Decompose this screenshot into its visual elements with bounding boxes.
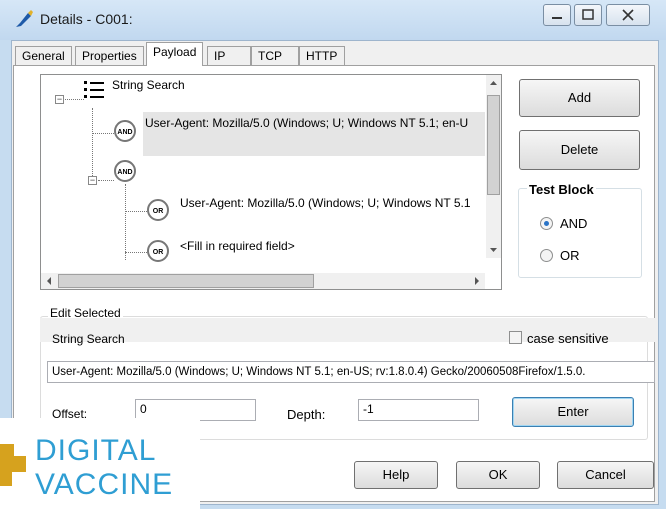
collapse-toggle[interactable]: − — [55, 95, 64, 104]
or-radio-label[interactable]: OR — [560, 248, 580, 263]
maximize-button[interactable] — [574, 4, 602, 26]
payload-tree[interactable] — [40, 74, 502, 290]
tree-node-text[interactable]: User-Agent: Mozilla/5.0 (Windows; U; Win… — [180, 196, 471, 210]
tab-payload[interactable]: Payload — [146, 42, 204, 66]
tree-line — [125, 184, 126, 260]
or-icon: OR — [147, 199, 169, 221]
list-icon — [84, 81, 104, 98]
app-icon — [16, 10, 33, 27]
tree-vertical-scrollbar[interactable] — [486, 75, 501, 258]
close-icon — [622, 9, 634, 21]
depth-label: Depth: — [287, 407, 326, 422]
help-button[interactable]: Help — [354, 461, 438, 489]
case-sensitive-label[interactable]: case sensitive — [527, 331, 609, 346]
tree-line — [92, 108, 93, 180]
scrollbar-thumb[interactable] — [487, 95, 500, 195]
logo-overlay: DIGITAL VACCINE — [0, 418, 200, 509]
close-button[interactable] — [606, 4, 650, 26]
scrollbar-thumb[interactable] — [58, 274, 314, 288]
ok-button[interactable]: OK — [456, 461, 540, 489]
scroll-right-icon[interactable] — [470, 273, 485, 289]
tree-line — [125, 211, 147, 212]
delete-button[interactable]: Delete — [519, 130, 640, 170]
tab-http[interactable]: HTTP — [299, 46, 345, 65]
tree-node-text[interactable]: <Fill in required field> — [180, 239, 295, 253]
tree-root-label[interactable]: String Search — [112, 78, 185, 92]
and-radio[interactable] — [540, 217, 553, 230]
and-icon[interactable]: AND — [114, 160, 136, 182]
edit-type-label: String Search — [52, 332, 125, 346]
scroll-left-icon[interactable] — [41, 273, 56, 289]
and-icon: AND — [114, 120, 136, 142]
test-block-group — [518, 188, 642, 278]
string-value-input[interactable]: User-Agent: Mozilla/5.0 (Windows; U; Win… — [47, 361, 655, 383]
logo-text-line1: DIGITAL — [35, 434, 157, 467]
tree-node-text[interactable]: User-Agent: Mozilla/5.0 (Windows; U; Win… — [145, 116, 468, 130]
tab-tcp[interactable]: TCP — [251, 46, 299, 65]
depth-input[interactable]: -1 — [358, 399, 479, 421]
tree-line — [125, 252, 147, 253]
maximize-icon — [582, 9, 594, 20]
collapse-toggle[interactable]: − — [88, 176, 97, 185]
and-radio-label[interactable]: AND — [560, 216, 587, 231]
enter-button[interactable]: Enter — [512, 397, 634, 427]
add-button[interactable]: Add — [519, 79, 640, 117]
case-sensitive-checkbox[interactable] — [509, 331, 522, 344]
minimize-icon — [552, 17, 562, 19]
scroll-down-icon[interactable] — [486, 243, 501, 258]
logo-mark-icon — [0, 444, 26, 486]
tab-properties[interactable]: Properties — [75, 46, 144, 65]
tree-horizontal-scrollbar[interactable] — [41, 273, 485, 289]
tree-line — [98, 180, 114, 181]
tree-line — [62, 99, 84, 100]
cancel-button[interactable]: Cancel — [557, 461, 654, 489]
tab-ip[interactable]: IP — [207, 46, 251, 65]
window-title: Details - C001: — [40, 11, 133, 27]
or-icon: OR — [147, 240, 169, 262]
or-radio[interactable] — [540, 249, 553, 262]
logo-text-line2: VACCINE — [35, 468, 174, 501]
tab-general[interactable]: General — [15, 46, 72, 65]
tree-line — [92, 133, 114, 134]
test-block-label: Test Block — [527, 182, 596, 197]
scroll-up-icon[interactable] — [486, 75, 501, 90]
minimize-button[interactable] — [543, 4, 571, 26]
